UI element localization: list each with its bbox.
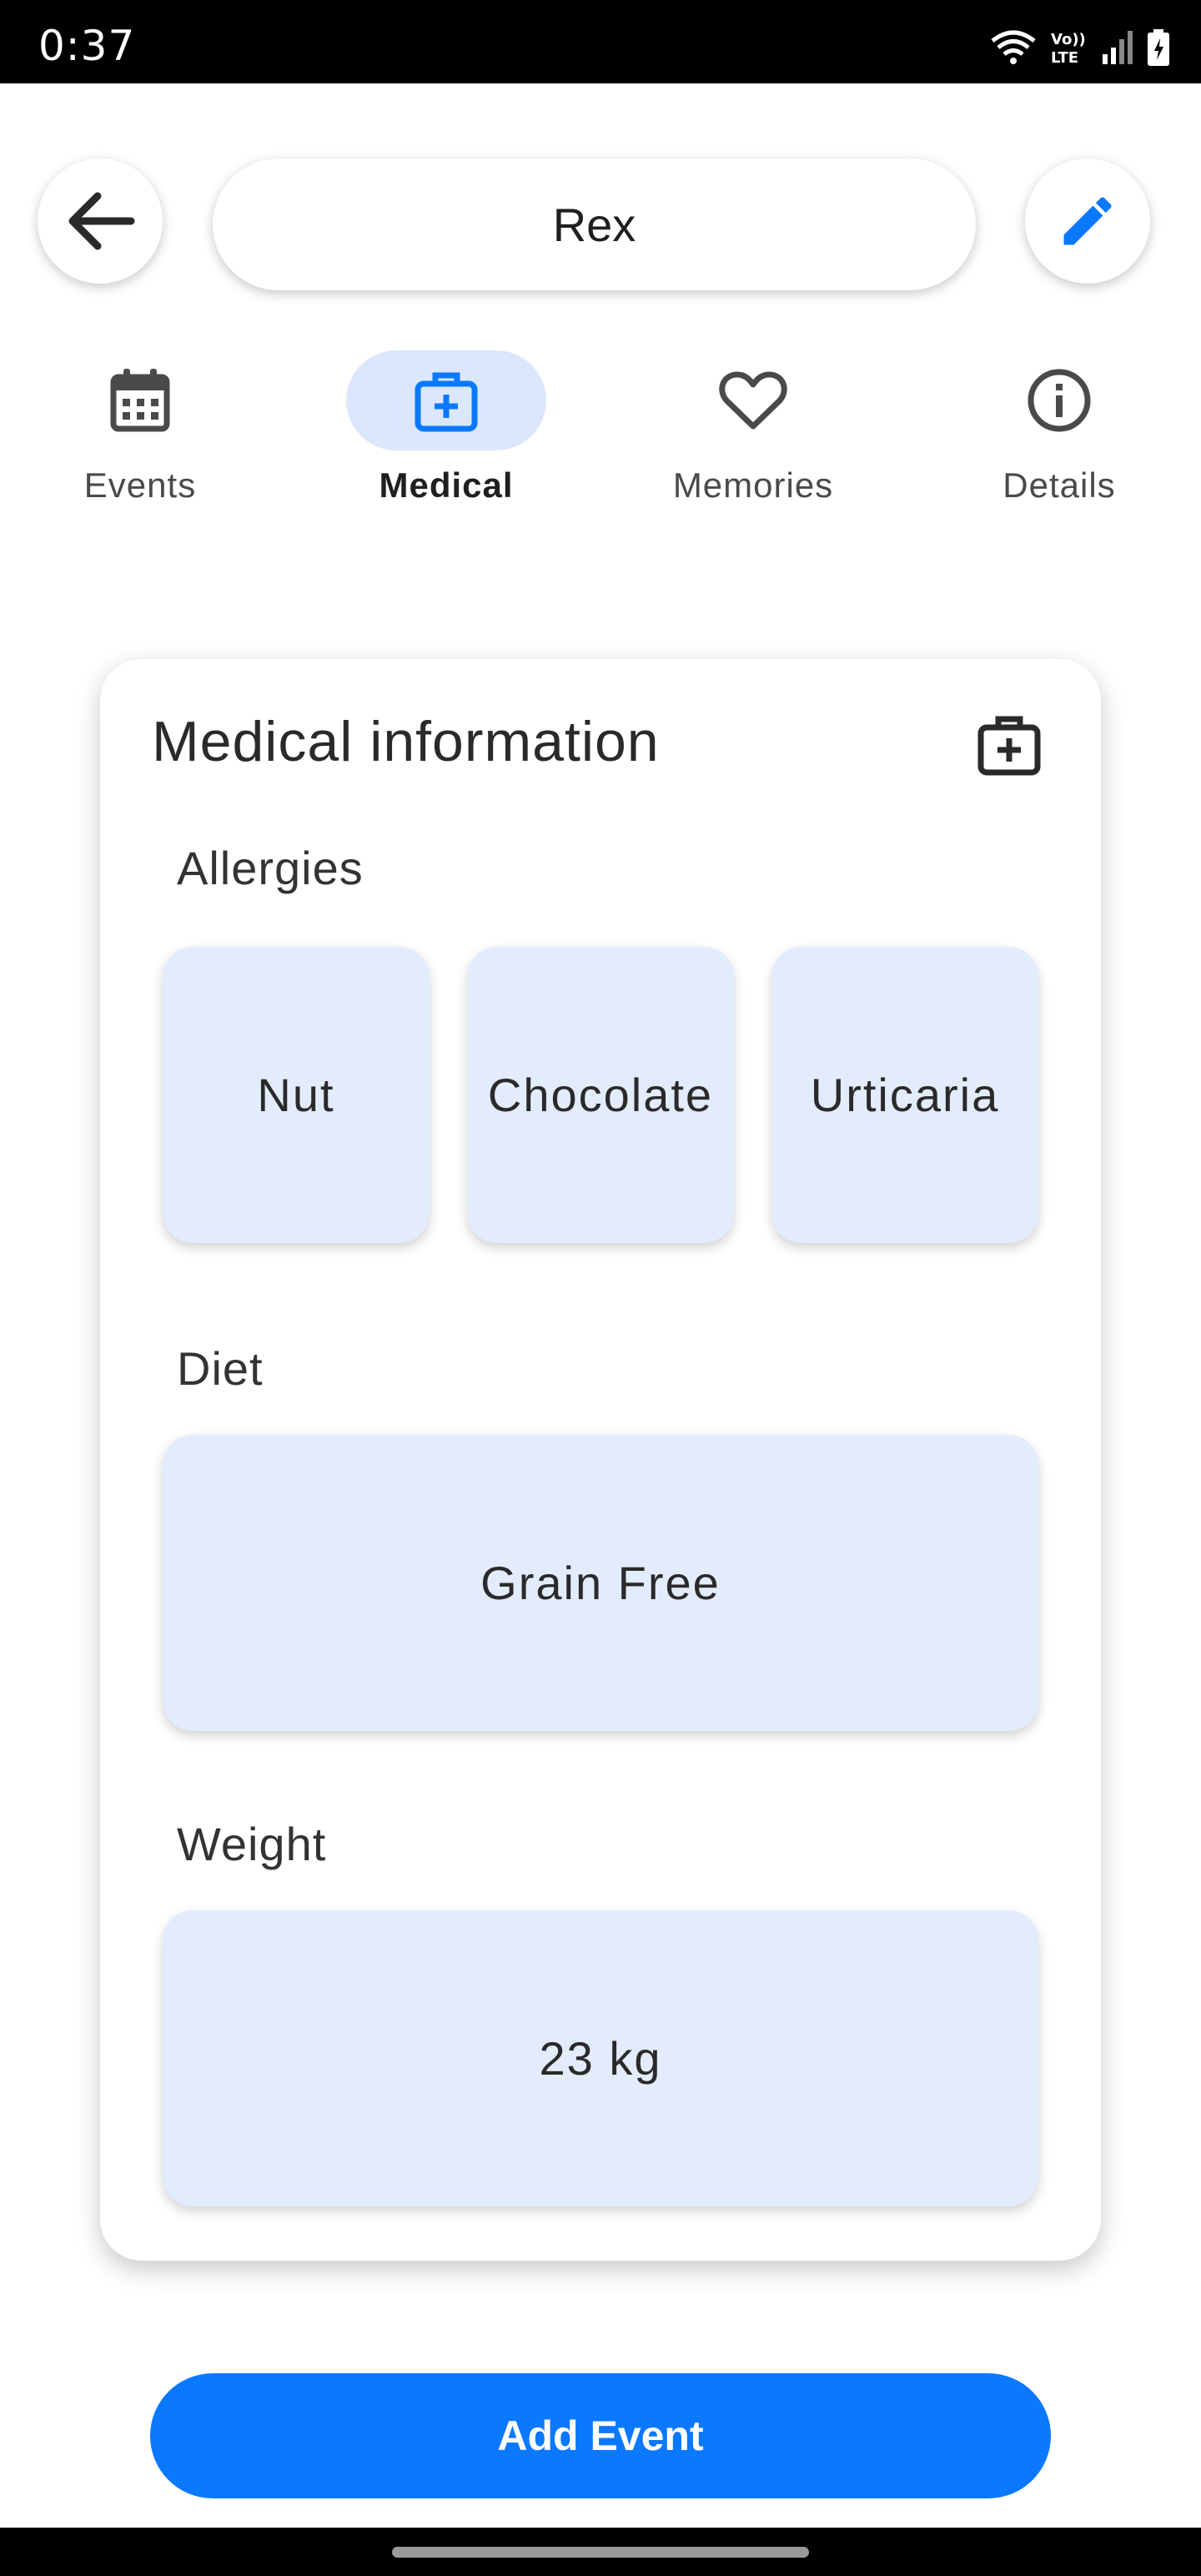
pet-medical-screen: 0:37 Vo)) LTE Rex Events Medical Memorie… (0, 0, 1201, 2576)
svg-text:Vo)): Vo)) (1051, 31, 1086, 48)
tab-details-icon-wrap (959, 350, 1159, 450)
diet-value-text: Grain Free (480, 1556, 721, 1609)
status-bar: 0:37 Vo)) LTE (0, 0, 1201, 83)
diet-label: Diet (177, 1342, 264, 1395)
tab-details[interactable]: Details (926, 350, 1193, 534)
allergy-chip[interactable]: Nut (163, 947, 430, 1243)
status-icons: Vo)) LTE (989, 28, 1171, 67)
weight-value[interactable]: 23 kg (163, 1910, 1038, 2206)
medical-info-card: Medical information Allergies Nut Chocol… (100, 659, 1101, 2261)
weight-value-text: 23 kg (539, 2031, 662, 2085)
heart-icon (719, 371, 787, 430)
back-button[interactable] (38, 158, 163, 284)
info-icon (1028, 369, 1091, 432)
allergy-chip[interactable]: Urticaria (771, 947, 1038, 1243)
status-time: 0:37 (38, 22, 136, 70)
medical-bag-add-icon (977, 716, 1041, 776)
tab-medical-icon-wrap (346, 350, 546, 450)
arrow-back-icon (68, 192, 135, 250)
add-event-button[interactable]: Add Event (150, 2373, 1051, 2498)
add-medical-button[interactable] (976, 711, 1043, 782)
tab-medical-label: Medical (379, 465, 514, 505)
allergy-chip-text: Urticaria (810, 1068, 1000, 1121)
calendar-icon (110, 369, 170, 432)
tab-memories-label: Memories (672, 465, 834, 505)
pencil-icon (1063, 197, 1112, 245)
wifi-icon (991, 30, 1036, 64)
tab-events[interactable]: Events (7, 350, 274, 534)
allergy-chip-text: Nut (257, 1068, 335, 1121)
tab-memories-icon-wrap (653, 350, 853, 450)
signal-icon (1103, 31, 1133, 64)
allergies-label: Allergies (177, 842, 364, 894)
allergy-chip-text: Chocolate (487, 1068, 714, 1121)
medical-bag-icon (415, 372, 478, 432)
volte-icon: Vo)) LTE (1051, 31, 1086, 66)
svg-text:LTE: LTE (1051, 49, 1078, 66)
tab-medical[interactable]: Medical (313, 350, 580, 534)
tab-events-icon-wrap (40, 350, 240, 450)
battery-icon (1148, 29, 1169, 66)
allergy-chip[interactable]: Chocolate (467, 947, 734, 1243)
home-indicator[interactable] (392, 2547, 809, 2558)
tab-memories[interactable]: Memories (620, 350, 887, 534)
tab-details-label: Details (1003, 465, 1116, 505)
tab-events-label: Events (83, 465, 197, 505)
weight-label: Weight (177, 1818, 327, 1870)
diet-value[interactable]: Grain Free (163, 1435, 1038, 1731)
edit-button[interactable] (1025, 158, 1150, 284)
card-title: Medical information (152, 710, 660, 773)
pet-name-field[interactable]: Rex (213, 158, 976, 290)
